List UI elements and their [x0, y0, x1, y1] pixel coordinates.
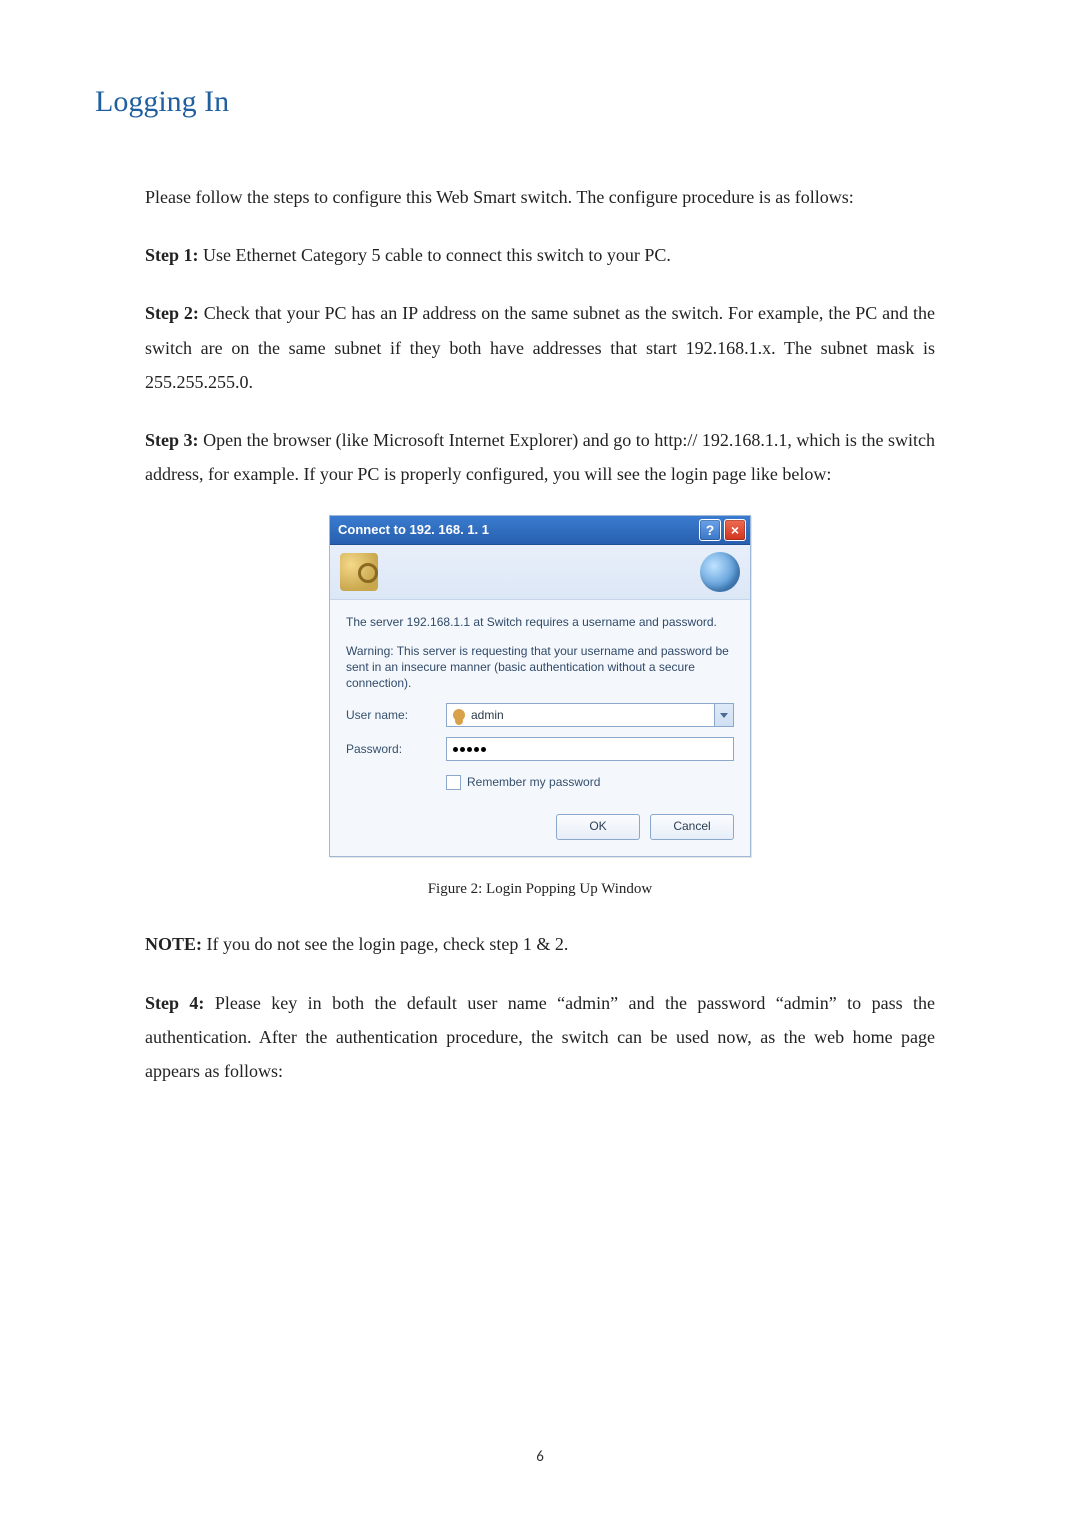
- login-dialog: Connect to 192. 168. 1. 1 ? × The server…: [329, 515, 751, 857]
- figure-container: Connect to 192. 168. 1. 1 ? × The server…: [145, 515, 935, 903]
- titlebar-buttons: ? ×: [699, 519, 746, 541]
- page-number: 6: [0, 1448, 1080, 1466]
- step-4-label: Step 4:: [145, 993, 204, 1013]
- step-3-text: Open the browser (like Microsoft Interne…: [145, 430, 935, 484]
- figure-caption: Figure 2: Login Popping Up Window: [145, 875, 935, 904]
- cancel-button[interactable]: Cancel: [650, 814, 734, 840]
- dialog-banner: [330, 545, 750, 600]
- section-heading: Logging In: [95, 85, 229, 119]
- note-paragraph: NOTE: If you do not see the login page, …: [145, 927, 935, 961]
- intro-paragraph: Please follow the steps to configure thi…: [145, 180, 935, 214]
- dialog-title: Connect to 192. 168. 1. 1: [338, 518, 489, 543]
- remember-label: Remember my password: [467, 771, 600, 794]
- dialog-button-row: OK Cancel: [346, 814, 734, 840]
- user-icon: [453, 709, 465, 721]
- help-button[interactable]: ?: [699, 519, 721, 541]
- step-2: Step 2: Check that your PC has an IP add…: [145, 296, 935, 399]
- step-1-label: Step 1:: [145, 245, 199, 265]
- remember-checkbox[interactable]: [446, 775, 461, 790]
- keys-icon: [340, 553, 378, 591]
- dialog-message-2: Warning: This server is requesting that …: [346, 643, 734, 692]
- note-label: NOTE:: [145, 934, 202, 954]
- dialog-message-1: The server 192.168.1.1 at Switch require…: [346, 614, 734, 630]
- dropdown-button[interactable]: [714, 704, 733, 726]
- username-input[interactable]: admin: [446, 703, 734, 727]
- close-button[interactable]: ×: [724, 519, 746, 541]
- step-2-label: Step 2:: [145, 303, 199, 323]
- step-1-text: Use Ethernet Category 5 cable to connect…: [199, 245, 671, 265]
- username-row: User name: admin: [346, 703, 734, 727]
- username-value: admin: [471, 704, 504, 727]
- password-label: Password:: [346, 738, 446, 761]
- step-2-text: Check that your PC has an IP address on …: [145, 303, 935, 391]
- remember-row: Remember my password: [446, 771, 734, 794]
- step-1: Step 1: Use Ethernet Category 5 cable to…: [145, 238, 935, 272]
- step-4-text: Please key in both the default user name…: [145, 993, 935, 1081]
- note-text: If you do not see the login page, check …: [202, 934, 568, 954]
- body-content: Please follow the steps to configure thi…: [145, 180, 935, 1112]
- password-input[interactable]: [446, 737, 734, 761]
- password-row: Password:: [346, 737, 734, 761]
- step-4: Step 4: Please key in both the default u…: [145, 986, 935, 1089]
- dialog-body: The server 192.168.1.1 at Switch require…: [330, 600, 750, 856]
- username-label: User name:: [346, 704, 446, 727]
- ok-button[interactable]: OK: [556, 814, 640, 840]
- globe-icon: [700, 552, 740, 592]
- step-3-label: Step 3:: [145, 430, 199, 450]
- dialog-titlebar: Connect to 192. 168. 1. 1 ? ×: [330, 516, 750, 545]
- step-3: Step 3: Open the browser (like Microsoft…: [145, 423, 935, 491]
